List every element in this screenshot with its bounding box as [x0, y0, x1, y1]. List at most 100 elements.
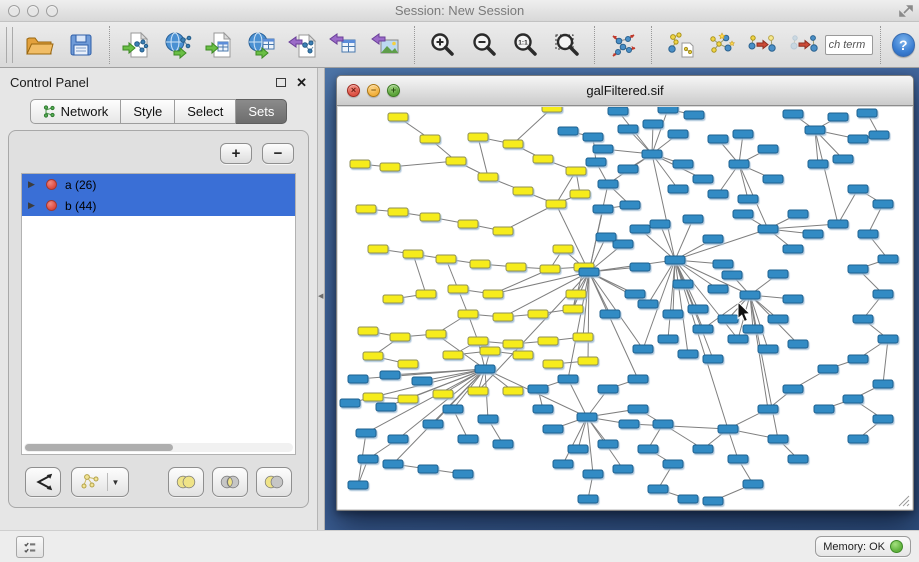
zoom-out-button[interactable]	[465, 25, 502, 65]
graph-node-set-b[interactable]	[650, 220, 670, 228]
close-window-button[interactable]	[8, 5, 20, 17]
graph-node-set-b[interactable]	[828, 220, 848, 228]
graph-node-set-b[interactable]	[625, 290, 645, 298]
graph-node-set-b[interactable]	[619, 420, 639, 428]
graph-node-set-a[interactable]	[458, 310, 478, 318]
new-network-from-selection-button[interactable]	[661, 25, 698, 65]
graph-node-set-b[interactable]	[853, 315, 873, 323]
zoom-in-button[interactable]	[424, 25, 461, 65]
graph-node-set-b[interactable]	[808, 160, 828, 168]
graph-node-set-a[interactable]	[533, 155, 553, 163]
graph-node-set-b[interactable]	[718, 425, 738, 433]
graph-node-set-b[interactable]	[628, 405, 648, 413]
graph-node-set-b[interactable]	[443, 405, 463, 413]
graph-node-set-b[interactable]	[388, 435, 408, 443]
set-row-a[interactable]: ▶ a (26)	[22, 174, 295, 195]
graph-node-set-a[interactable]	[540, 265, 560, 273]
graph-node-set-a[interactable]	[380, 163, 400, 171]
graph-node-set-b[interactable]	[703, 355, 723, 363]
graph-node-set-a[interactable]	[458, 220, 478, 228]
graph-node-set-b[interactable]	[673, 280, 693, 288]
resize-grip[interactable]	[896, 493, 910, 507]
graph-node-set-b[interactable]	[348, 481, 368, 489]
toolbar-drag-handle[interactable]	[6, 27, 13, 63]
graph-node-set-b[interactable]	[586, 158, 606, 166]
graph-node-set-b[interactable]	[873, 415, 893, 423]
graph-node-set-b[interactable]	[598, 385, 618, 393]
graph-node-set-b[interactable]	[376, 403, 396, 411]
graph-node-set-b[interactable]	[412, 377, 432, 385]
graph-node-set-a[interactable]	[446, 157, 466, 165]
graph-node-set-a[interactable]	[478, 173, 498, 181]
graph-node-set-b[interactable]	[703, 235, 723, 243]
graph-node-set-b[interactable]	[493, 440, 513, 448]
graph-node-set-b[interactable]	[658, 335, 678, 343]
remove-set-button[interactable]: −	[262, 143, 294, 164]
graph-node-set-b[interactable]	[733, 130, 753, 138]
graph-node-set-a[interactable]	[503, 340, 523, 348]
tab-select[interactable]: Select	[175, 99, 236, 124]
zoom-window-button[interactable]	[46, 5, 58, 17]
graph-node-set-b[interactable]	[668, 185, 688, 193]
graph-node-set-b[interactable]	[340, 399, 360, 407]
import-network-file-button[interactable]	[119, 25, 156, 65]
graph-node-set-b[interactable]	[620, 201, 640, 209]
graph-node-set-b[interactable]	[873, 200, 893, 208]
export-table-button[interactable]	[326, 25, 363, 65]
graph-node-set-b[interactable]	[628, 375, 648, 383]
graph-node-set-b[interactable]	[543, 425, 563, 433]
first-neighbors-button[interactable]	[702, 25, 739, 65]
graph-node-set-b[interactable]	[618, 125, 638, 133]
graph-node-set-a[interactable]	[563, 305, 583, 313]
graph-node-set-b[interactable]	[783, 110, 803, 118]
set-row-b[interactable]: ▶ b (44)	[22, 195, 295, 216]
graph-node-set-a[interactable]	[566, 290, 586, 298]
graph-node-set-b[interactable]	[600, 310, 620, 318]
graph-node-set-b[interactable]	[858, 230, 878, 238]
graph-node-set-b[interactable]	[558, 127, 578, 135]
tab-network[interactable]: Network	[30, 99, 122, 124]
add-set-button[interactable]: +	[220, 143, 252, 164]
graph-node-set-b[interactable]	[579, 268, 599, 276]
graph-node-set-b[interactable]	[783, 295, 803, 303]
graph-node-set-a[interactable]	[468, 337, 488, 345]
split-set-button[interactable]	[25, 467, 61, 497]
graph-node-set-b[interactable]	[648, 485, 668, 493]
graph-node-set-b[interactable]	[783, 245, 803, 253]
graph-node-set-b[interactable]	[418, 465, 438, 473]
graph-node-set-a[interactable]	[416, 290, 436, 298]
graph-node-set-a[interactable]	[443, 351, 463, 359]
graph-node-set-b[interactable]	[643, 120, 663, 128]
export-image-button[interactable]	[367, 25, 404, 65]
graph-node-set-b[interactable]	[642, 150, 662, 158]
disclosure-triangle-icon[interactable]: ▶	[28, 179, 38, 190]
graph-node-set-b[interactable]	[833, 155, 853, 163]
graph-node-set-b[interactable]	[873, 380, 893, 388]
float-panel-button[interactable]	[276, 78, 286, 87]
graph-node-set-b[interactable]	[693, 175, 713, 183]
graph-node-set-b[interactable]	[358, 455, 378, 463]
graph-node-set-b[interactable]	[848, 135, 868, 143]
network-graph[interactable]	[338, 107, 912, 509]
apply-layout-button[interactable]	[604, 25, 641, 65]
hide-unselected-nodes-button[interactable]	[785, 25, 822, 65]
graph-node-set-a[interactable]	[528, 310, 548, 318]
graph-node-set-a[interactable]	[448, 285, 468, 293]
graph-node-set-b[interactable]	[633, 345, 653, 353]
graph-node-set-b[interactable]	[598, 180, 618, 188]
graph-node-set-a[interactable]	[566, 167, 586, 175]
graph-node-set-b[interactable]	[733, 210, 753, 218]
graph-node-set-a[interactable]	[390, 333, 410, 341]
graph-node-set-a[interactable]	[493, 313, 513, 321]
graph-node-set-a[interactable]	[513, 351, 533, 359]
network-canvas[interactable]	[338, 107, 912, 509]
graph-node-set-a[interactable]	[398, 395, 418, 403]
graph-node-set-b[interactable]	[683, 215, 703, 223]
graph-node-set-b[interactable]	[596, 233, 616, 241]
graph-node-set-b[interactable]	[678, 495, 698, 503]
graph-node-set-b[interactable]	[380, 371, 400, 379]
graph-node-set-b[interactable]	[708, 285, 728, 293]
disclosure-triangle-icon[interactable]: ▶	[28, 200, 38, 211]
zoom-selected-region-button[interactable]	[548, 25, 585, 65]
graph-node-set-b[interactable]	[878, 335, 898, 343]
